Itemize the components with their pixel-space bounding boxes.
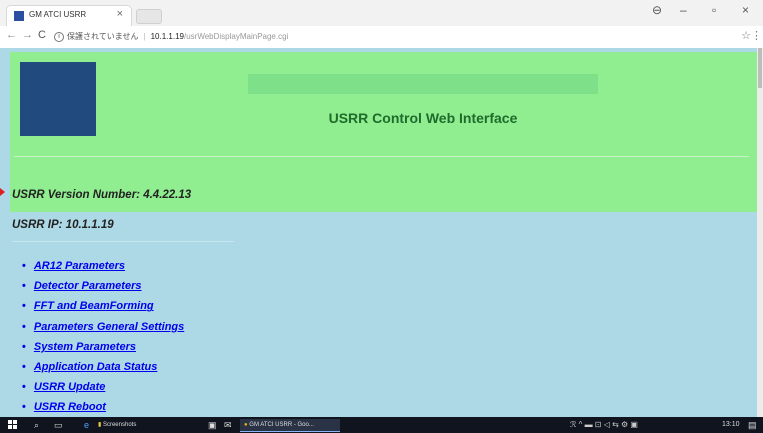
windows-start-icon[interactable]	[8, 420, 18, 430]
url-path: /usrWebDisplayMainPage.cgi	[183, 32, 289, 41]
address-bar: ← → C i 保護されていません | 10.1.1.19/usrWebDisplay…	[0, 26, 763, 49]
mail-icon[interactable]: ✉	[224, 419, 232, 431]
parameter-links: • AR12 Parameters • Detector Parameters • F…	[22, 260, 184, 417]
page-viewport: USRR Control Web Interface USRR Version …	[0, 48, 763, 417]
pointer-marker-icon	[0, 188, 5, 196]
security-label: 保護されていません	[67, 32, 139, 41]
bookmark-star-icon[interactable]: ☆	[741, 29, 751, 42]
link-ar12-parameters[interactable]: AR12 Parameters	[34, 260, 125, 272]
info-icon[interactable]: i	[54, 31, 64, 42]
url-field[interactable]: i 保護されていません | 10.1.1.19/usrWebDisplayMainPa…	[54, 29, 744, 45]
link-system-parameters[interactable]: System Parameters	[34, 341, 136, 353]
back-arrow-icon[interactable]: ←	[6, 29, 17, 41]
version-number: USRR Version Number: 4.4.22.13	[12, 189, 192, 201]
link-detector-parameters[interactable]: Detector Parameters	[34, 280, 142, 292]
menu-dots-icon[interactable]: ⋮	[751, 29, 762, 42]
link-application-data-status[interactable]: Application Data Status	[34, 361, 157, 373]
reload-icon[interactable]: C	[38, 29, 46, 41]
search-icon[interactable]: ⌕	[34, 419, 39, 431]
taskbar-folder[interactable]: ▮ Screenshots	[98, 419, 136, 431]
tab-title: GM ATCI USRR	[29, 10, 87, 19]
list-item: • USRR Update	[22, 381, 106, 394]
page-title: USRR Control Web Interface	[328, 110, 518, 126]
store-icon[interactable]: ▣	[208, 419, 217, 431]
taskbar: ⌕ ▭ e ▮ Screenshots ▣ ✉ ● GM ATCI USRR -…	[0, 417, 763, 433]
list-item: • System Parameters	[22, 340, 136, 353]
minimize-button[interactable]: –	[680, 3, 687, 17]
link-usrr-update[interactable]: USRR Update	[34, 381, 106, 393]
maximize-button[interactable]: ▫	[712, 3, 716, 17]
clock[interactable]: 13:10	[722, 419, 740, 431]
taskbar-chrome-window[interactable]: ● GM ATCI USRR - Goo...	[240, 419, 340, 432]
browser-titlebar: GM ATCI USRR × ⊖ – ▫ ×	[0, 0, 763, 26]
task-view-icon[interactable]: ▭	[54, 419, 63, 431]
new-tab-button[interactable]	[136, 9, 162, 24]
browser-tab[interactable]: GM ATCI USRR ×	[6, 5, 132, 26]
logo	[20, 62, 96, 136]
list-item: • AR12 Parameters	[22, 260, 125, 272]
profile-icon[interactable]: ⊖	[652, 3, 662, 17]
device-ip: USRR IP: 10.1.1.19	[12, 219, 114, 231]
url-host: 10.1.1.19	[150, 32, 184, 41]
notification-icon[interactable]: ▤	[748, 419, 757, 431]
link-general-settings[interactable]: Parameters General Settings	[34, 321, 184, 333]
header-divider	[14, 156, 749, 157]
tab-close-icon[interactable]: ×	[117, 8, 123, 20]
vertical-scrollbar[interactable]	[757, 48, 763, 417]
system-tray-icons[interactable]: ℛ ^ ▬ ⊡ ◁ ⇆ ⚙ ▣	[570, 419, 638, 431]
list-item: • USRR Reboot	[22, 401, 106, 414]
edge-icon[interactable]: e	[84, 419, 89, 431]
list-item: • FFT and BeamForming	[22, 300, 154, 313]
header-banner	[248, 74, 598, 94]
scroll-thumb[interactable]	[758, 48, 762, 88]
forward-arrow-icon[interactable]: →	[22, 29, 33, 41]
list-item: • Detector Parameters	[22, 280, 142, 293]
list-item: • Application Data Status	[22, 360, 158, 373]
list-item: • Parameters General Settings	[22, 320, 185, 333]
close-window-button[interactable]: ×	[742, 3, 749, 17]
divider	[12, 241, 234, 242]
link-usrr-reboot[interactable]: USRR Reboot	[34, 401, 106, 413]
link-fft-beamforming[interactable]: FFT and BeamForming	[34, 300, 154, 312]
favicon-icon	[14, 11, 24, 21]
page-header: USRR Control Web Interface	[10, 52, 757, 212]
